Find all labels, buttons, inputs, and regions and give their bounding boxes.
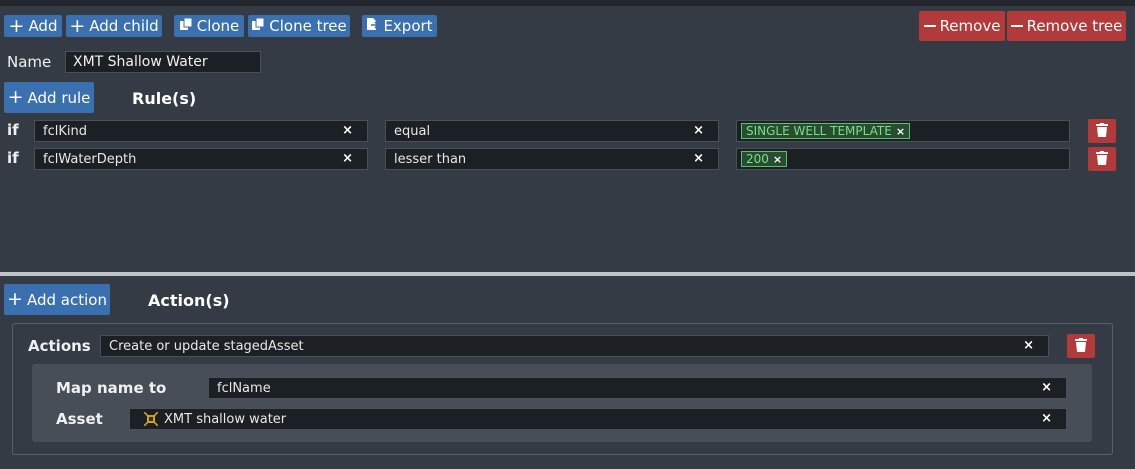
actions-heading: Action(s) [148, 291, 230, 310]
rule-if-label: if [7, 149, 19, 167]
asset-select[interactable]: XMT shallow water × [129, 408, 1067, 430]
clone-tree-icon [251, 17, 265, 35]
rule-value-input[interactable]: 200 × [736, 148, 1070, 170]
rule-operator-value: equal [394, 123, 431, 139]
delete-rule-button[interactable] [1088, 147, 1116, 171]
clear-icon[interactable]: × [1041, 411, 1052, 426]
clear-icon[interactable]: × [693, 151, 704, 166]
remove-button[interactable]: Remove [919, 11, 1005, 41]
value-tag-text: SINGLE WELL TEMPLATE [746, 124, 892, 138]
action-type-value: Create or update stagedAsset [109, 338, 304, 354]
delete-rule-button[interactable] [1088, 119, 1116, 143]
add-rule-button[interactable]: + Add rule [4, 82, 94, 113]
rules-heading: Rule(s) [132, 89, 197, 108]
map-name-label: Map name to [56, 379, 167, 397]
asset-value: XMT shallow water [164, 411, 287, 427]
delete-action-button[interactable] [1067, 334, 1095, 358]
map-name-value: fclName [217, 380, 271, 396]
value-tag: 200 × [741, 151, 788, 167]
rule-field-select[interactable]: fclWaterDepth × [34, 148, 368, 170]
clone-button-label: Clone [196, 17, 240, 35]
add-button[interactable]: + Add [4, 15, 62, 37]
remove-button-label: Remove [939, 17, 1001, 35]
splitter-handle[interactable] [0, 272, 1135, 276]
top-strip [0, 0, 1135, 6]
rule-field-value: fclWaterDepth [43, 151, 137, 167]
add-button-label: Add [28, 17, 58, 35]
tag-remove-icon[interactable]: × [773, 153, 782, 166]
trash-icon [1096, 122, 1108, 141]
clone-tree-button-label: Clone tree [269, 17, 347, 35]
rule-operator-select[interactable]: equal × [385, 120, 719, 142]
export-button[interactable]: Export [362, 15, 437, 37]
rule-field-select[interactable]: fclKind × [34, 120, 368, 142]
minus-icon [923, 25, 936, 27]
trash-icon [1075, 337, 1087, 356]
value-tag: SINGLE WELL TEMPLATE × [741, 123, 911, 139]
remove-tree-button-label: Remove tree [1026, 17, 1123, 35]
plus-icon: + [7, 86, 24, 108]
plus-icon: + [7, 288, 23, 310]
trash-icon [1096, 150, 1108, 169]
clear-icon[interactable]: × [693, 123, 704, 138]
export-icon [366, 17, 380, 35]
rule-value-input[interactable]: SINGLE WELL TEMPLATE × [736, 120, 1070, 142]
rule-field-value: fclKind [43, 123, 87, 139]
value-tag-text: 200 [746, 152, 769, 166]
plus-icon: + [69, 14, 86, 37]
clear-icon[interactable]: × [342, 151, 353, 166]
clone-button[interactable]: Clone [174, 15, 244, 37]
add-action-button[interactable]: + Add action [4, 284, 110, 315]
clone-icon [179, 17, 193, 35]
add-child-button[interactable]: + Add child [66, 15, 162, 37]
plus-icon: + [8, 14, 25, 37]
remove-tree-button[interactable]: Remove tree [1007, 11, 1126, 41]
tag-remove-icon[interactable]: × [896, 125, 905, 138]
action-type-select[interactable]: Create or update stagedAsset × [100, 335, 1049, 357]
rule-operator-value: lesser than [394, 151, 467, 167]
minus-icon [1010, 25, 1023, 27]
add-action-button-label: Add action [26, 290, 107, 309]
export-button-label: Export [383, 17, 433, 35]
map-name-select[interactable]: fclName × [208, 377, 1067, 399]
actions-label: Actions [28, 337, 91, 355]
clear-icon[interactable]: × [1023, 338, 1034, 353]
clone-tree-button[interactable]: Clone tree [248, 15, 350, 37]
action-mapping-panel [32, 364, 1092, 442]
add-rule-button-label: Add rule [27, 88, 91, 107]
asset-label: Asset [56, 410, 103, 428]
rule-operator-select[interactable]: lesser than × [385, 148, 719, 170]
rule-if-label: if [7, 121, 19, 139]
name-label: Name [7, 53, 52, 71]
clear-icon[interactable]: × [342, 123, 353, 138]
add-child-button-label: Add child [89, 17, 159, 35]
clear-icon[interactable]: × [1041, 380, 1052, 395]
asset-icon [144, 412, 158, 426]
name-input[interactable] [65, 51, 261, 73]
